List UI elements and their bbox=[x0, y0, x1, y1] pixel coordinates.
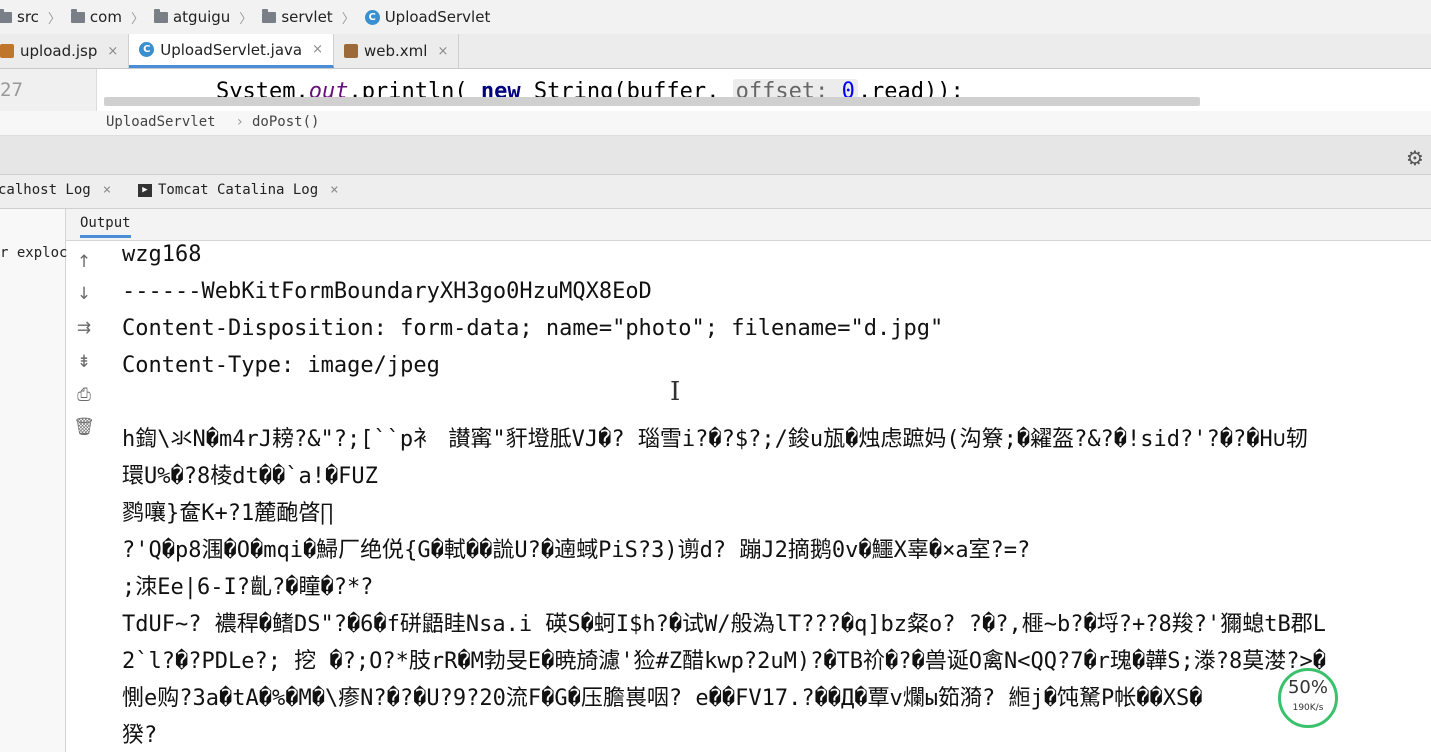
tab-output[interactable]: Output bbox=[80, 215, 131, 238]
close-icon[interactable]: × bbox=[437, 44, 448, 59]
output-header: Output bbox=[66, 209, 1431, 241]
folder-icon bbox=[262, 8, 277, 23]
code-editor[interactable]: 27 System.out.println( new String(buffer… bbox=[0, 69, 1431, 111]
print-icon[interactable]: ⎙ bbox=[73, 385, 95, 405]
tab-tomcat-catalina-log[interactable]: ▶ Tomcat Catalina Log × bbox=[138, 182, 339, 198]
breadcrumb-item-uploadservlet[interactable]: C UploadServlet bbox=[364, 8, 491, 26]
output-line: wzg168 bbox=[122, 242, 202, 267]
output-line: 環U%�?8棱dt��`a!�FUZ bbox=[122, 464, 378, 489]
output-line: 惻e购?3a�tA�%�M�\瘆N?�?�U?9?20流F�G�压膽嵔咽? e�… bbox=[122, 686, 1203, 711]
deployment-label[interactable]: r exploc bbox=[0, 245, 67, 261]
xml-file-icon bbox=[344, 44, 358, 58]
breadcrumb-label: atguigu bbox=[172, 8, 231, 26]
chevron-right-icon: 〉 bbox=[47, 11, 61, 27]
folder-icon bbox=[153, 8, 168, 23]
folder-icon bbox=[0, 8, 12, 23]
close-icon[interactable]: × bbox=[330, 182, 338, 198]
clear-trash-icon[interactable]: 🗑 bbox=[73, 417, 95, 437]
soft-wrap-icon[interactable]: ⇉ bbox=[73, 318, 95, 338]
output-line: TdUF~? 襛稈�鳍DS"?�6�f硑鼯眭Nsa.i 碤S�蚵I$h?�试W/… bbox=[122, 612, 1326, 637]
deployment-panel: r exploc bbox=[0, 209, 67, 752]
output-line: ?'Q�p8涠�O�mqi�鯞厂绝侻{G�軾��詤U?�遖蜮PiS?3)谫d? … bbox=[122, 538, 1031, 563]
method-crumb-class[interactable]: UploadServlet bbox=[106, 114, 216, 130]
java-class-icon: C bbox=[139, 42, 155, 57]
network-speed-widget[interactable]: 50% 190K/s bbox=[1278, 668, 1338, 728]
close-icon[interactable]: × bbox=[312, 42, 323, 57]
output-line: Content-Type: image/jpeg bbox=[122, 353, 440, 378]
breadcrumb-item-com[interactable]: com 〉 bbox=[70, 8, 150, 27]
run-tool-window-header bbox=[0, 136, 1431, 175]
tab-localhost-log[interactable]: calhost Log × bbox=[0, 182, 111, 198]
breadcrumb-label: servlet bbox=[281, 8, 333, 26]
up-arrow-icon[interactable]: ↑ bbox=[73, 252, 95, 272]
gear-icon[interactable]: ⚙ bbox=[1406, 146, 1424, 170]
tab-uploadservlet-java[interactable]: C UploadServlet.java × bbox=[129, 34, 334, 68]
tab-label: upload.jsp bbox=[20, 42, 98, 60]
breadcrumb-label: com bbox=[89, 8, 122, 26]
breadcrumb: src 〉 com 〉 atguigu 〉 servlet 〉 C Upload… bbox=[0, 0, 1431, 35]
line-number: 27 bbox=[0, 79, 23, 101]
horizontal-scrollbar[interactable] bbox=[104, 97, 1200, 106]
output-line: 鹨嚷}奩K+?1麓靤晵∏ bbox=[122, 501, 334, 526]
editor-gutter: 27 bbox=[0, 69, 97, 111]
method-crumb-method[interactable]: doPost() bbox=[252, 114, 319, 130]
tab-label: Tomcat Catalina Log bbox=[158, 182, 319, 198]
scroll-to-end-icon[interactable]: ⇟ bbox=[73, 352, 95, 372]
output-line: ;洓Ee|6-I?齓?�瞳�?*? bbox=[122, 575, 374, 600]
editor-tab-bar: upload.jsp × C UploadServlet.java × web.… bbox=[0, 34, 1431, 69]
console-output[interactable]: wzg168 ------WebKitFormBoundaryXH3go0Hzu… bbox=[122, 240, 1431, 752]
output-line: h鍧\氺N�m4rJ耪?&"?;[``p衤 讃寗"豻墱胝VJ�? 瑙雪i?�?$… bbox=[122, 427, 1308, 452]
chevron-right-icon: › bbox=[237, 114, 243, 130]
breadcrumb-item-src[interactable]: src 〉 bbox=[0, 8, 67, 27]
folder-icon bbox=[70, 8, 85, 23]
tab-label: web.xml bbox=[364, 42, 428, 60]
chevron-right-icon: 〉 bbox=[341, 11, 355, 27]
output-line: 猤? bbox=[122, 723, 158, 748]
chevron-right-icon: 〉 bbox=[130, 11, 144, 27]
close-icon[interactable]: × bbox=[103, 182, 111, 198]
breadcrumb-label: UploadServlet bbox=[384, 8, 491, 26]
java-class-icon: C bbox=[364, 9, 380, 25]
output-line: 2`l?�?PDLe?; 挖 �?;O?*肢rR�M勃旻E�暁旑濾'猃#Z醋kw… bbox=[122, 649, 1326, 674]
output-line: Content-Disposition: form-data; name="ph… bbox=[122, 316, 944, 341]
tab-label: calhost Log bbox=[0, 182, 91, 198]
method-breadcrumb: UploadServlet › doPost() bbox=[0, 111, 1431, 136]
speed-rate: 190K/s bbox=[1292, 703, 1324, 713]
down-arrow-icon[interactable]: ↓ bbox=[73, 284, 95, 304]
jsp-file-icon bbox=[0, 44, 14, 58]
output-line: ------WebKitFormBoundaryXH3go0HzuMQX8EoD bbox=[122, 279, 652, 304]
tab-upload-jsp[interactable]: upload.jsp × bbox=[0, 34, 130, 68]
tab-web-xml[interactable]: web.xml × bbox=[334, 34, 460, 68]
breadcrumb-label: src bbox=[17, 8, 39, 26]
text-cursor-icon: I bbox=[670, 377, 681, 407]
log-tab-bar: calhost Log × ▶ Tomcat Catalina Log × bbox=[0, 175, 1431, 209]
close-icon[interactable]: × bbox=[107, 44, 118, 59]
breadcrumb-item-atguigu[interactable]: atguigu 〉 bbox=[153, 8, 258, 27]
terminal-icon: ▶ bbox=[138, 183, 152, 197]
breadcrumb-item-servlet[interactable]: servlet 〉 bbox=[262, 8, 360, 27]
chevron-right-icon: 〉 bbox=[239, 11, 253, 27]
tab-label: UploadServlet.java bbox=[160, 40, 303, 59]
speed-percent: 50% bbox=[1287, 677, 1328, 698]
